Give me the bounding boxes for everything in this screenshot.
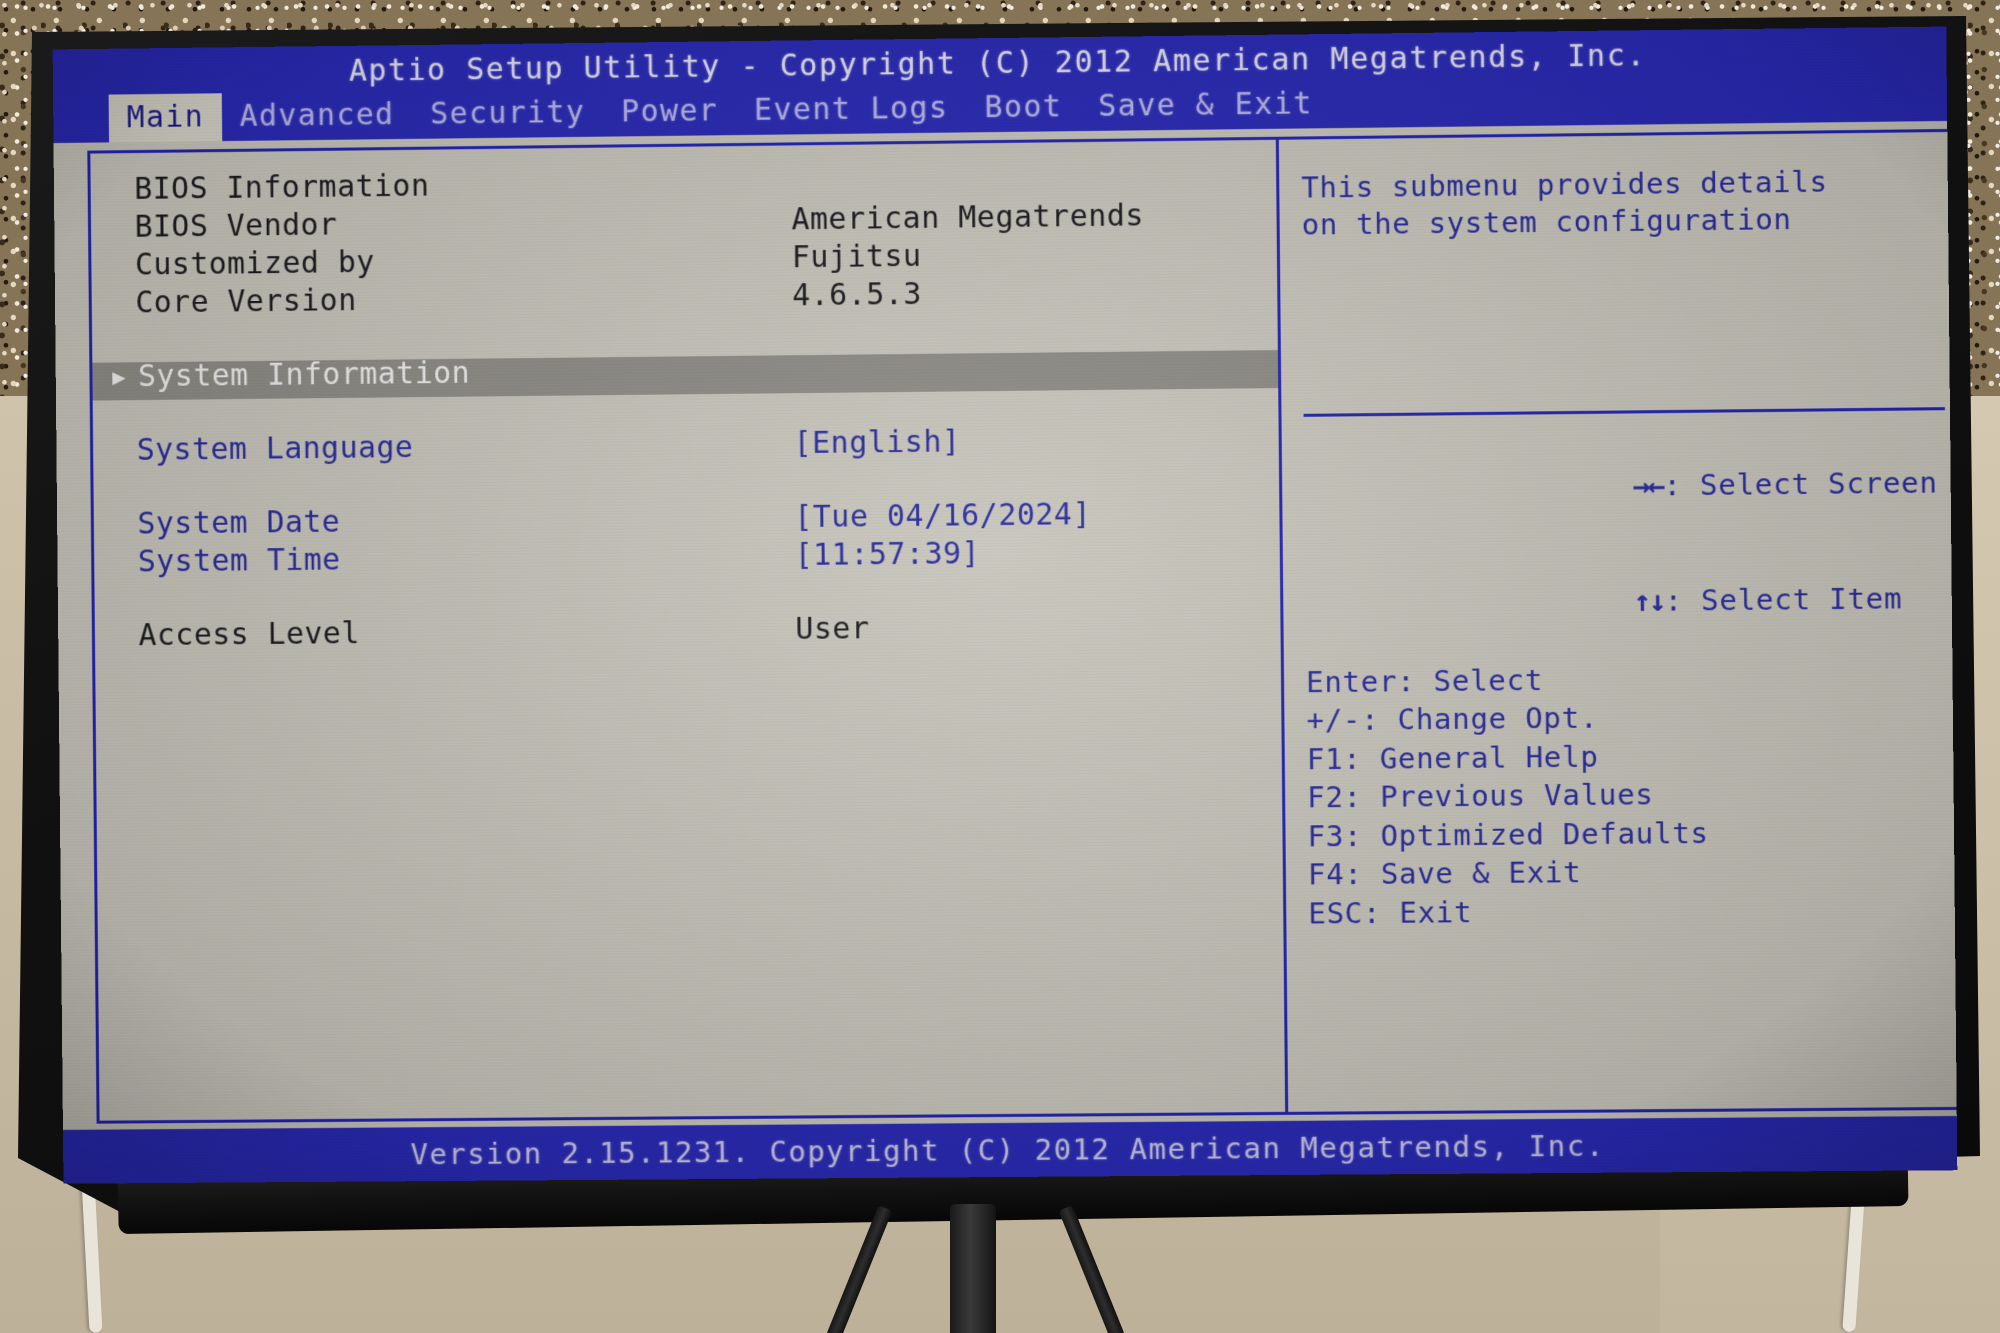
left-right-arrow-icon: →← [1632,466,1663,505]
monitor-stand-neck [950,1204,996,1333]
row-system-date-value: [Tue 04/16/2024] [794,500,1091,533]
tab-main-label: Main [127,102,205,133]
menu-item-system-information-label: System Information [138,359,470,392]
row-system-time-value: [11:57:39] [795,539,981,571]
tab-event-logs[interactable]: Event Logs [736,84,967,135]
tab-save-and-exit[interactable]: Save & Exit [1080,80,1331,131]
tab-security-label: Security [430,98,585,130]
row-system-time-label: System Time [138,541,795,577]
settings-pane: BIOS Information BIOS Vendor American Me… [90,140,1288,1121]
row-system-language-label: System Language [137,429,794,466]
key-legend-select-screen: →←: Select Screen [1304,424,1939,546]
tab-boot[interactable]: Boot [966,83,1080,132]
key-legend-change-opt: +/-: Change Opt. [1306,696,1940,740]
tab-main[interactable]: Main [109,93,222,142]
row-bios-vendor-label: BIOS Vendor [135,205,792,242]
tab-power-label: Power [621,96,718,127]
key-legend-f3-optimized-defaults: F3: Optimized Defaults [1307,812,1941,856]
photo-background: Aptio Setup Utility - Copyright (C) 2012… [0,0,2000,1333]
row-core-version-value: 4.6.5.3 [792,280,922,311]
bios-content-panel: BIOS Information BIOS Vendor American Me… [87,129,1957,1124]
key-legend-f1-general-help: F1: General Help [1307,734,1941,778]
row-core-version-label: Core Version [135,281,792,318]
key-legend: →←: Select Screen ↑↓: Select Item Enter:… [1282,410,1958,933]
row-customized-by-label: Customized by [135,243,792,280]
submenu-arrow-icon: ▶ [112,367,138,389]
row-customized-by-value: Fujitsu [792,242,922,273]
tab-boot-label: Boot [984,92,1062,123]
row-system-date-label: System Date [137,503,794,539]
row-system-language-value: [English] [793,427,960,459]
tab-save-and-exit-label: Save & Exit [1098,89,1313,122]
key-legend-enter-select: Enter: Select [1306,657,1940,702]
monitor-screen: Aptio Setup Utility - Copyright (C) 2012… [53,27,1958,1184]
tab-event-logs-label: Event Logs [754,94,949,126]
key-legend-select-item: ↑↓: Select Item [1305,541,1940,663]
help-description: This submenu provides details on the sys… [1279,162,1951,244]
tab-power[interactable]: Power [603,87,736,136]
key-legend-f4-save-and-exit: F4: Save & Exit [1308,850,1942,894]
up-down-arrow-icon: ↑↓ [1633,582,1664,621]
help-pane: This submenu provides details on the sys… [1279,132,1957,1112]
help-spacer [1280,237,1953,415]
row-access-level-label: Access Level [138,615,795,651]
bios-setup-screen: Aptio Setup Utility - Copyright (C) 2012… [53,27,1958,1184]
tab-advanced[interactable]: Advanced [222,91,413,141]
key-legend-pad [1286,928,1957,1112]
row-bios-vendor-value: American Megatrends [791,201,1144,235]
bios-body: BIOS Information BIOS Vendor American Me… [54,121,1957,1130]
section-heading-label: BIOS Information [134,167,791,204]
key-legend-f2-previous-values: F2: Previous Values [1307,773,1941,817]
bios-version-text: Version 2.15.1231. Copyright (C) 2012 Am… [410,1131,1605,1169]
key-legend-select-screen-text: : Select Screen [1663,465,1938,502]
monitor: Aptio Setup Utility - Copyright (C) 2012… [18,8,1980,1213]
tab-security[interactable]: Security [412,89,603,139]
row-access-level: Access Level User [95,610,1281,659]
row-access-level-value: User [795,614,869,645]
tab-advanced-label: Advanced [240,100,395,132]
key-legend-select-item-text: : Select Item [1664,582,1902,618]
key-legend-esc-exit: ESC: Exit [1308,889,1942,933]
